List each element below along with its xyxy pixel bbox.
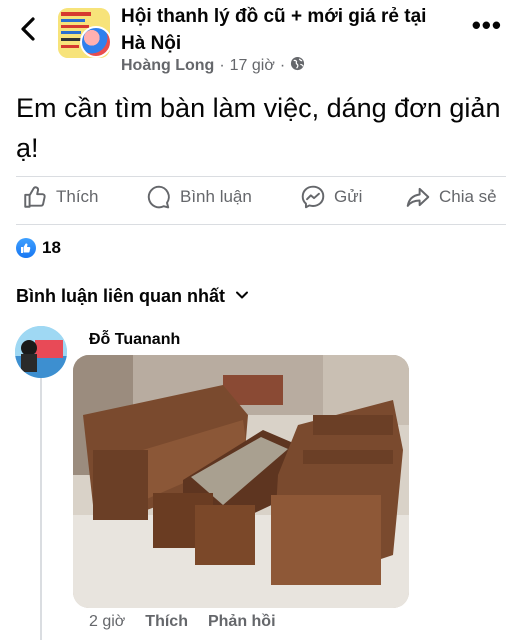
divider xyxy=(16,176,506,177)
send-label: Gửi xyxy=(334,187,363,206)
divider xyxy=(16,224,506,225)
commenter-name[interactable]: Đỗ Tuananh xyxy=(89,331,180,349)
author-name[interactable]: Hoàng Long xyxy=(121,57,214,75)
reaction-summary[interactable]: 18 xyxy=(16,238,61,258)
group-name-link[interactable]: Hội thanh lý đồ cũ + mới giá rẻ tại Hà N… xyxy=(121,3,441,57)
post-time[interactable]: 17 giờ xyxy=(230,57,275,75)
thumbs-up-icon xyxy=(22,184,48,210)
post-text: Em cần tìm bàn làm việc, dáng đơn giản ạ… xyxy=(16,93,501,163)
comment-sort-label: Bình luận liên quan nhất xyxy=(16,286,225,306)
commenter-avatar[interactable] xyxy=(15,326,67,378)
comment-time[interactable]: 2 giờ xyxy=(89,613,125,631)
author-avatar[interactable] xyxy=(80,26,112,58)
messenger-icon xyxy=(300,184,326,210)
share-button[interactable]: Chia sẻ xyxy=(405,184,497,210)
comment-sort-dropdown[interactable]: Bình luận liên quan nhất xyxy=(16,286,249,307)
comment-button[interactable]: Bình luận xyxy=(146,184,252,210)
meta-separator: · xyxy=(279,57,286,74)
share-label: Chia sẻ xyxy=(439,187,497,206)
like-reaction-icon xyxy=(16,238,36,258)
comment-label: Bình luận xyxy=(180,187,252,206)
comment-like-button[interactable]: Thích xyxy=(145,613,188,631)
like-label: Thích xyxy=(56,187,99,206)
comment-photo-sofa-set[interactable] xyxy=(73,355,409,608)
like-button[interactable]: Thích xyxy=(22,184,99,210)
reaction-count: 18 xyxy=(42,238,61,257)
action-bar: Thích Bình luận Gửi Chia sẻ xyxy=(0,178,522,222)
back-arrow-icon[interactable] xyxy=(14,14,44,44)
send-button[interactable]: Gửi xyxy=(300,184,362,210)
comment-thread-line xyxy=(40,378,42,640)
comment-footer: 2 giờ Thích Phản hồi xyxy=(89,613,276,631)
comment-bubble-icon xyxy=(146,184,172,210)
share-arrow-icon xyxy=(405,184,431,210)
post-meta: Hoàng Long · 17 giờ · xyxy=(121,56,305,76)
comment-reply-button[interactable]: Phản hồi xyxy=(208,613,276,631)
post-screen: Hội thanh lý đồ cũ + mới giá rẻ tại Hà N… xyxy=(0,0,522,640)
meta-separator: · xyxy=(219,57,225,74)
chevron-down-icon xyxy=(235,286,249,307)
globe-icon xyxy=(290,56,305,76)
more-options-icon[interactable]: ••• xyxy=(472,12,502,38)
